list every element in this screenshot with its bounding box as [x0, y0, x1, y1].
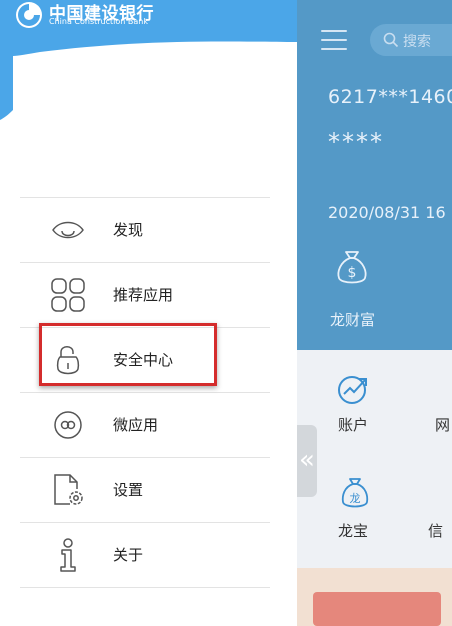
eye-icon	[52, 221, 84, 239]
card-date: 2020/08/31 16	[328, 203, 446, 222]
drawer-close-handle[interactable]: «	[297, 425, 317, 497]
menu-item-mini-apps[interactable]: 微应用	[20, 392, 270, 457]
menu-hamburger-icon[interactable]	[321, 30, 347, 50]
wealth-label[interactable]: 龙财富	[330, 309, 375, 330]
credit-label-partial[interactable]: 信	[428, 520, 443, 541]
menu-item-discover[interactable]: 发现	[20, 197, 270, 262]
side-drawer: 中国建设银行 China Construction Bank 发现 推荐应用 安…	[0, 0, 297, 626]
menu-item-label: 发现	[113, 221, 144, 239]
double-chevron-left-icon: «	[299, 445, 315, 475]
brand-name-en: China Construction Bank	[49, 17, 148, 26]
account-label[interactable]: 账户	[338, 414, 368, 435]
menu-item-settings[interactable]: 设置	[20, 457, 270, 522]
menu-item-recommended-apps[interactable]: 推荐应用	[20, 262, 270, 327]
drawer-menu: 发现 推荐应用 安全中心 微应用 设置 关于	[20, 197, 270, 588]
menu-item-label: 关于	[113, 546, 144, 564]
settings-file-icon	[54, 474, 83, 505]
menu-item-about[interactable]: 关于	[20, 522, 270, 588]
online-label-partial[interactable]: 网	[435, 414, 450, 435]
apps-grid-icon	[51, 278, 85, 312]
info-icon	[60, 538, 76, 572]
lock-icon	[56, 346, 80, 375]
menu-item-label: 安全中心	[113, 351, 174, 369]
menu-item-label: 微应用	[113, 416, 159, 434]
account-chart-icon[interactable]	[337, 372, 371, 406]
search-input[interactable]: 搜索	[370, 24, 452, 56]
masked-balance[interactable]: ****	[328, 128, 384, 156]
menu-item-security-center[interactable]: 安全中心	[20, 327, 270, 392]
money-bag-icon[interactable]: $	[335, 246, 369, 286]
mini-app-icon	[54, 411, 82, 439]
menu-item-label: 设置	[113, 481, 144, 499]
menu-item-label: 推荐应用	[113, 286, 174, 304]
svg-text:$: $	[348, 265, 357, 281]
card-number: 6217***1460	[328, 86, 452, 108]
long-bao-bag-icon[interactable]: 龙	[340, 476, 370, 510]
promo-banner-graphic	[313, 592, 441, 626]
search-placeholder: 搜索	[403, 34, 431, 50]
long-bao-label[interactable]: 龙宝	[338, 520, 368, 541]
background-app-panel: 搜索 6217***1460 **** 2020/08/31 16 $ 龙财富 …	[297, 0, 452, 626]
ccb-logo-icon	[16, 2, 42, 28]
search-icon	[383, 32, 399, 48]
long-icon-char: 龙	[350, 492, 361, 505]
